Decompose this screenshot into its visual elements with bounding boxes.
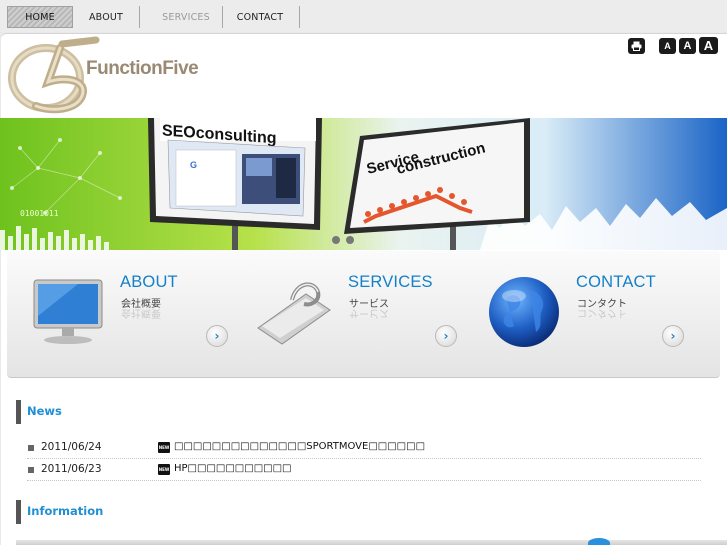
globe-icon bbox=[489, 277, 559, 347]
information-globe-icon bbox=[588, 538, 610, 545]
logo-text: FunctionFive bbox=[86, 58, 199, 79]
font-size-small-button[interactable]: A bbox=[659, 38, 676, 54]
feature-contact-arrow-button[interactable]: › bbox=[662, 325, 684, 347]
news-link[interactable]: □□□□□□□□□□□□□□SPORTMOVE□□□□□□ bbox=[174, 441, 425, 452]
news-date: 2011/06/23 bbox=[41, 463, 102, 475]
news-item[interactable]: 2011/06/24 NEW □□□□□□□□□□□□□□SPORTMOVE□□… bbox=[27, 437, 701, 459]
feature-services-arrow-button[interactable]: › bbox=[435, 325, 457, 347]
feature-contact-title: CONTACT bbox=[576, 273, 656, 291]
nav-services[interactable]: SERVICES bbox=[140, 6, 232, 28]
nav-home[interactable]: HOME bbox=[7, 6, 73, 28]
feature-contact-reflection: コンタクト bbox=[577, 307, 627, 318]
new-badge-icon: NEW bbox=[158, 442, 170, 453]
print-icon[interactable] bbox=[628, 38, 645, 54]
printer-icon bbox=[631, 41, 642, 51]
news-item[interactable]: 2011/06/23 NEW HP□□□□□□□□□□□ bbox=[27, 459, 701, 481]
news-link[interactable]: HP□□□□□□□□□□□ bbox=[174, 463, 291, 474]
nav-about[interactable]: ABOUT bbox=[78, 6, 134, 28]
news-date: 2011/06/24 bbox=[41, 441, 102, 453]
hero-billboards-image: 01001011 SEOconsulting G Service constru… bbox=[0, 118, 727, 250]
news-heading: News bbox=[27, 404, 62, 418]
bullet-icon bbox=[28, 467, 34, 473]
monitor-icon bbox=[33, 279, 103, 344]
feature-about-title: ABOUT bbox=[120, 273, 178, 291]
nav-contact[interactable]: CONTACT bbox=[222, 6, 298, 28]
information-heading: Information bbox=[27, 504, 104, 518]
svg-text:G: G bbox=[190, 160, 197, 170]
nav-divider bbox=[299, 6, 300, 28]
feature-services-reflection: サービス bbox=[349, 307, 389, 318]
hero-binary-text: 01001011 bbox=[20, 209, 59, 218]
binder-clip-icon bbox=[257, 282, 331, 345]
bullet-icon bbox=[28, 445, 34, 451]
information-section-marker bbox=[16, 500, 21, 524]
feature-services-title: SERVICES bbox=[348, 273, 433, 291]
hero-banner: 01001011 SEOconsulting G Service constru… bbox=[0, 118, 727, 250]
feature-about-reflection: 会社概要 bbox=[121, 307, 161, 318]
news-section-marker bbox=[16, 400, 21, 424]
new-badge-icon: NEW bbox=[158, 464, 170, 475]
font-size-medium-button[interactable]: A bbox=[679, 38, 696, 54]
information-strip bbox=[16, 540, 727, 545]
top-navigation: HOME ABOUT SERVICES CONTACT bbox=[0, 0, 727, 32]
font-size-large-button[interactable]: A bbox=[699, 37, 718, 54]
feature-about-arrow-button[interactable]: › bbox=[206, 325, 228, 347]
